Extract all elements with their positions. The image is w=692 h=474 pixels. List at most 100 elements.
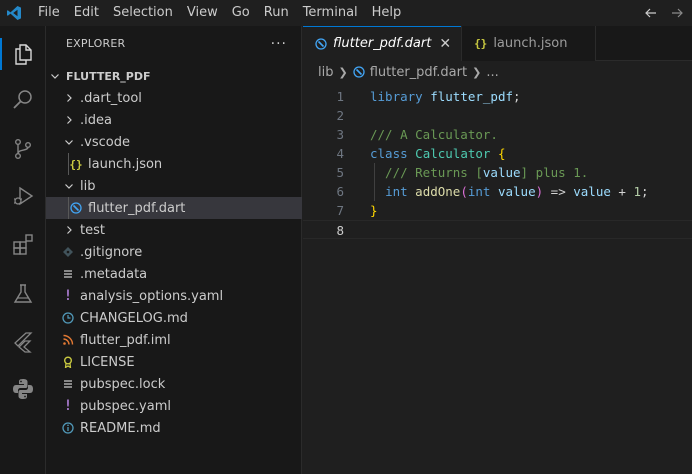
chevron-right-icon [62, 219, 76, 241]
code-token: => [543, 184, 574, 199]
extensions-icon[interactable] [0, 222, 46, 266]
menu-help[interactable]: Help [365, 0, 409, 26]
tab-bar: flutter_pdf.dart ✕ {} launch.json [303, 26, 692, 61]
code-line[interactable]: 4 class Calculator { [303, 144, 692, 163]
editor-area: flutter_pdf.dart ✕ {} launch.json lib ❯ … [303, 26, 692, 474]
code-line[interactable]: 3 /// A Calculator. [303, 125, 692, 144]
chevron-right-icon [62, 109, 76, 131]
folder-item-dart-tool[interactable]: .dart_tool [46, 87, 302, 109]
folder-item-lib[interactable]: lib [46, 175, 302, 197]
tree-item-label: CHANGELOG.md [80, 310, 188, 326]
explorer-icon[interactable] [0, 32, 46, 76]
indent-guide [68, 153, 69, 175]
more-actions-icon[interactable]: ··· [271, 36, 287, 52]
sidebar-header: EXPLORER ··· [46, 26, 301, 61]
tree-item-label: flutter_pdf.iml [80, 332, 171, 348]
line-number: 7 [336, 203, 344, 218]
code-token: Calculator [415, 146, 491, 161]
chevron-right-icon: ❯ [338, 65, 348, 79]
tree-item-label: launch.json [88, 156, 163, 172]
dart-icon [68, 197, 84, 219]
code-token: ; [513, 89, 521, 104]
chevron-right-icon [62, 87, 76, 109]
tree-item-label: .idea [80, 112, 112, 128]
file-item-changelog-md[interactable]: CHANGELOG.md [46, 307, 302, 329]
go-back-icon[interactable] [640, 0, 662, 26]
folder-item-vscode[interactable]: .vscode [46, 131, 302, 153]
menu-file[interactable]: File [31, 0, 67, 26]
code-line[interactable]: 5 /// Returns [value] plus 1. [303, 163, 692, 182]
file-tree: FLUTTER_PDF .dart_tool .idea .vscode {} launc… [46, 65, 302, 439]
navigation-controls [640, 0, 692, 26]
source-control-icon[interactable] [0, 127, 46, 171]
menu-selection[interactable]: Selection [106, 0, 180, 26]
tree-item-label: pubspec.lock [80, 376, 166, 392]
code-token: value [497, 184, 536, 199]
file-item-gitignore[interactable]: .gitignore [46, 241, 302, 263]
file-item-metadata[interactable]: .metadata [46, 263, 302, 285]
tree-item-label: flutter_pdf.dart [88, 200, 186, 216]
code-line[interactable]: 8 [303, 220, 692, 239]
flutter-icon[interactable] [0, 320, 46, 364]
search-icon[interactable] [0, 78, 46, 122]
tree-item-label: .gitignore [80, 244, 143, 260]
tree-item-label: analysis_options.yaml [80, 288, 224, 304]
code-text: /// Returns [value] plus 1. [370, 163, 588, 182]
testing-icon[interactable] [0, 272, 46, 316]
code-token: /// A Calculator. [370, 127, 498, 142]
file-item-analysis-options-yaml[interactable]: ! analysis_options.yaml [46, 285, 302, 307]
tab-launch-json[interactable]: {} launch.json [462, 26, 597, 61]
menu-view[interactable]: View [180, 0, 225, 26]
file-item-license[interactable]: LICENSE [46, 351, 302, 373]
lines-icon [60, 263, 76, 285]
json-icon: {} [69, 157, 83, 171]
line-number: 4 [336, 146, 344, 161]
tree-item-label: LICENSE [80, 354, 135, 370]
file-item-launch-json[interactable]: {} launch.json [46, 153, 302, 175]
indent-guide [374, 163, 375, 201]
go-forward-icon[interactable] [666, 0, 688, 26]
code-line[interactable]: 1 library flutter_pdf; [303, 87, 692, 106]
file-item-flutter-pdf-dart[interactable]: flutter_pdf.dart [46, 197, 302, 219]
folder-item-test[interactable]: test [46, 219, 302, 241]
menu-terminal[interactable]: Terminal [296, 0, 365, 26]
workspace-root[interactable]: FLUTTER_PDF [46, 65, 302, 87]
python-icon[interactable] [0, 367, 46, 411]
file-item-flutter-pdf-iml[interactable]: flutter_pdf.iml [46, 329, 302, 351]
file-item-pubspec-lock[interactable]: pubspec.lock [46, 373, 302, 395]
chevron-right-icon: ❯ [472, 65, 482, 79]
indent-guide [68, 197, 69, 219]
breadcrumb-folder[interactable]: lib [318, 65, 333, 80]
tree-item-label: lib [80, 178, 96, 194]
breadcrumb: lib ❯ flutter_pdf.dart ❯ ... [303, 61, 692, 83]
yaml-icon: ! [63, 398, 73, 414]
vscode-logo-icon [0, 0, 28, 26]
code-line[interactable]: 2 [303, 106, 692, 125]
code-line[interactable]: 7} [303, 201, 692, 220]
breadcrumb-file[interactable]: flutter_pdf.dart [370, 65, 467, 80]
tree-item-label: .vscode [80, 134, 130, 150]
code-token: ; [641, 184, 649, 199]
menu-run[interactable]: Run [257, 0, 296, 26]
explorer-sidebar: EXPLORER ··· FLUTTER_PDF .dart_tool .idea.… [46, 26, 302, 474]
code-token: value [573, 184, 611, 199]
file-item-pubspec-yaml[interactable]: ! pubspec.yaml [46, 395, 302, 417]
tree-item-label: .metadata [80, 266, 148, 282]
code-editor[interactable]: 1 library flutter_pdf; 2 3 /// A Calculator.… [303, 87, 692, 239]
chevron-down-icon [48, 65, 62, 87]
breadcrumb-symbol[interactable]: ... [486, 65, 498, 80]
file-item-readme-md[interactable]: README.md [46, 417, 302, 439]
close-icon[interactable]: ✕ [439, 36, 451, 52]
folder-item-idea[interactable]: .idea [46, 109, 302, 131]
tab-flutter-pdf-dart[interactable]: flutter_pdf.dart ✕ [303, 26, 463, 61]
tree-item-label: test [80, 222, 105, 238]
code-line[interactable]: 6 int addOne(int value) => value + 1; [303, 182, 692, 201]
code-token: addOne [415, 184, 461, 199]
menu-go[interactable]: Go [225, 0, 257, 26]
rss-icon [60, 329, 76, 351]
run-debug-icon[interactable] [0, 174, 46, 218]
line-number: 5 [336, 165, 344, 180]
menu-edit[interactable]: Edit [67, 0, 106, 26]
clock-icon [60, 307, 76, 329]
